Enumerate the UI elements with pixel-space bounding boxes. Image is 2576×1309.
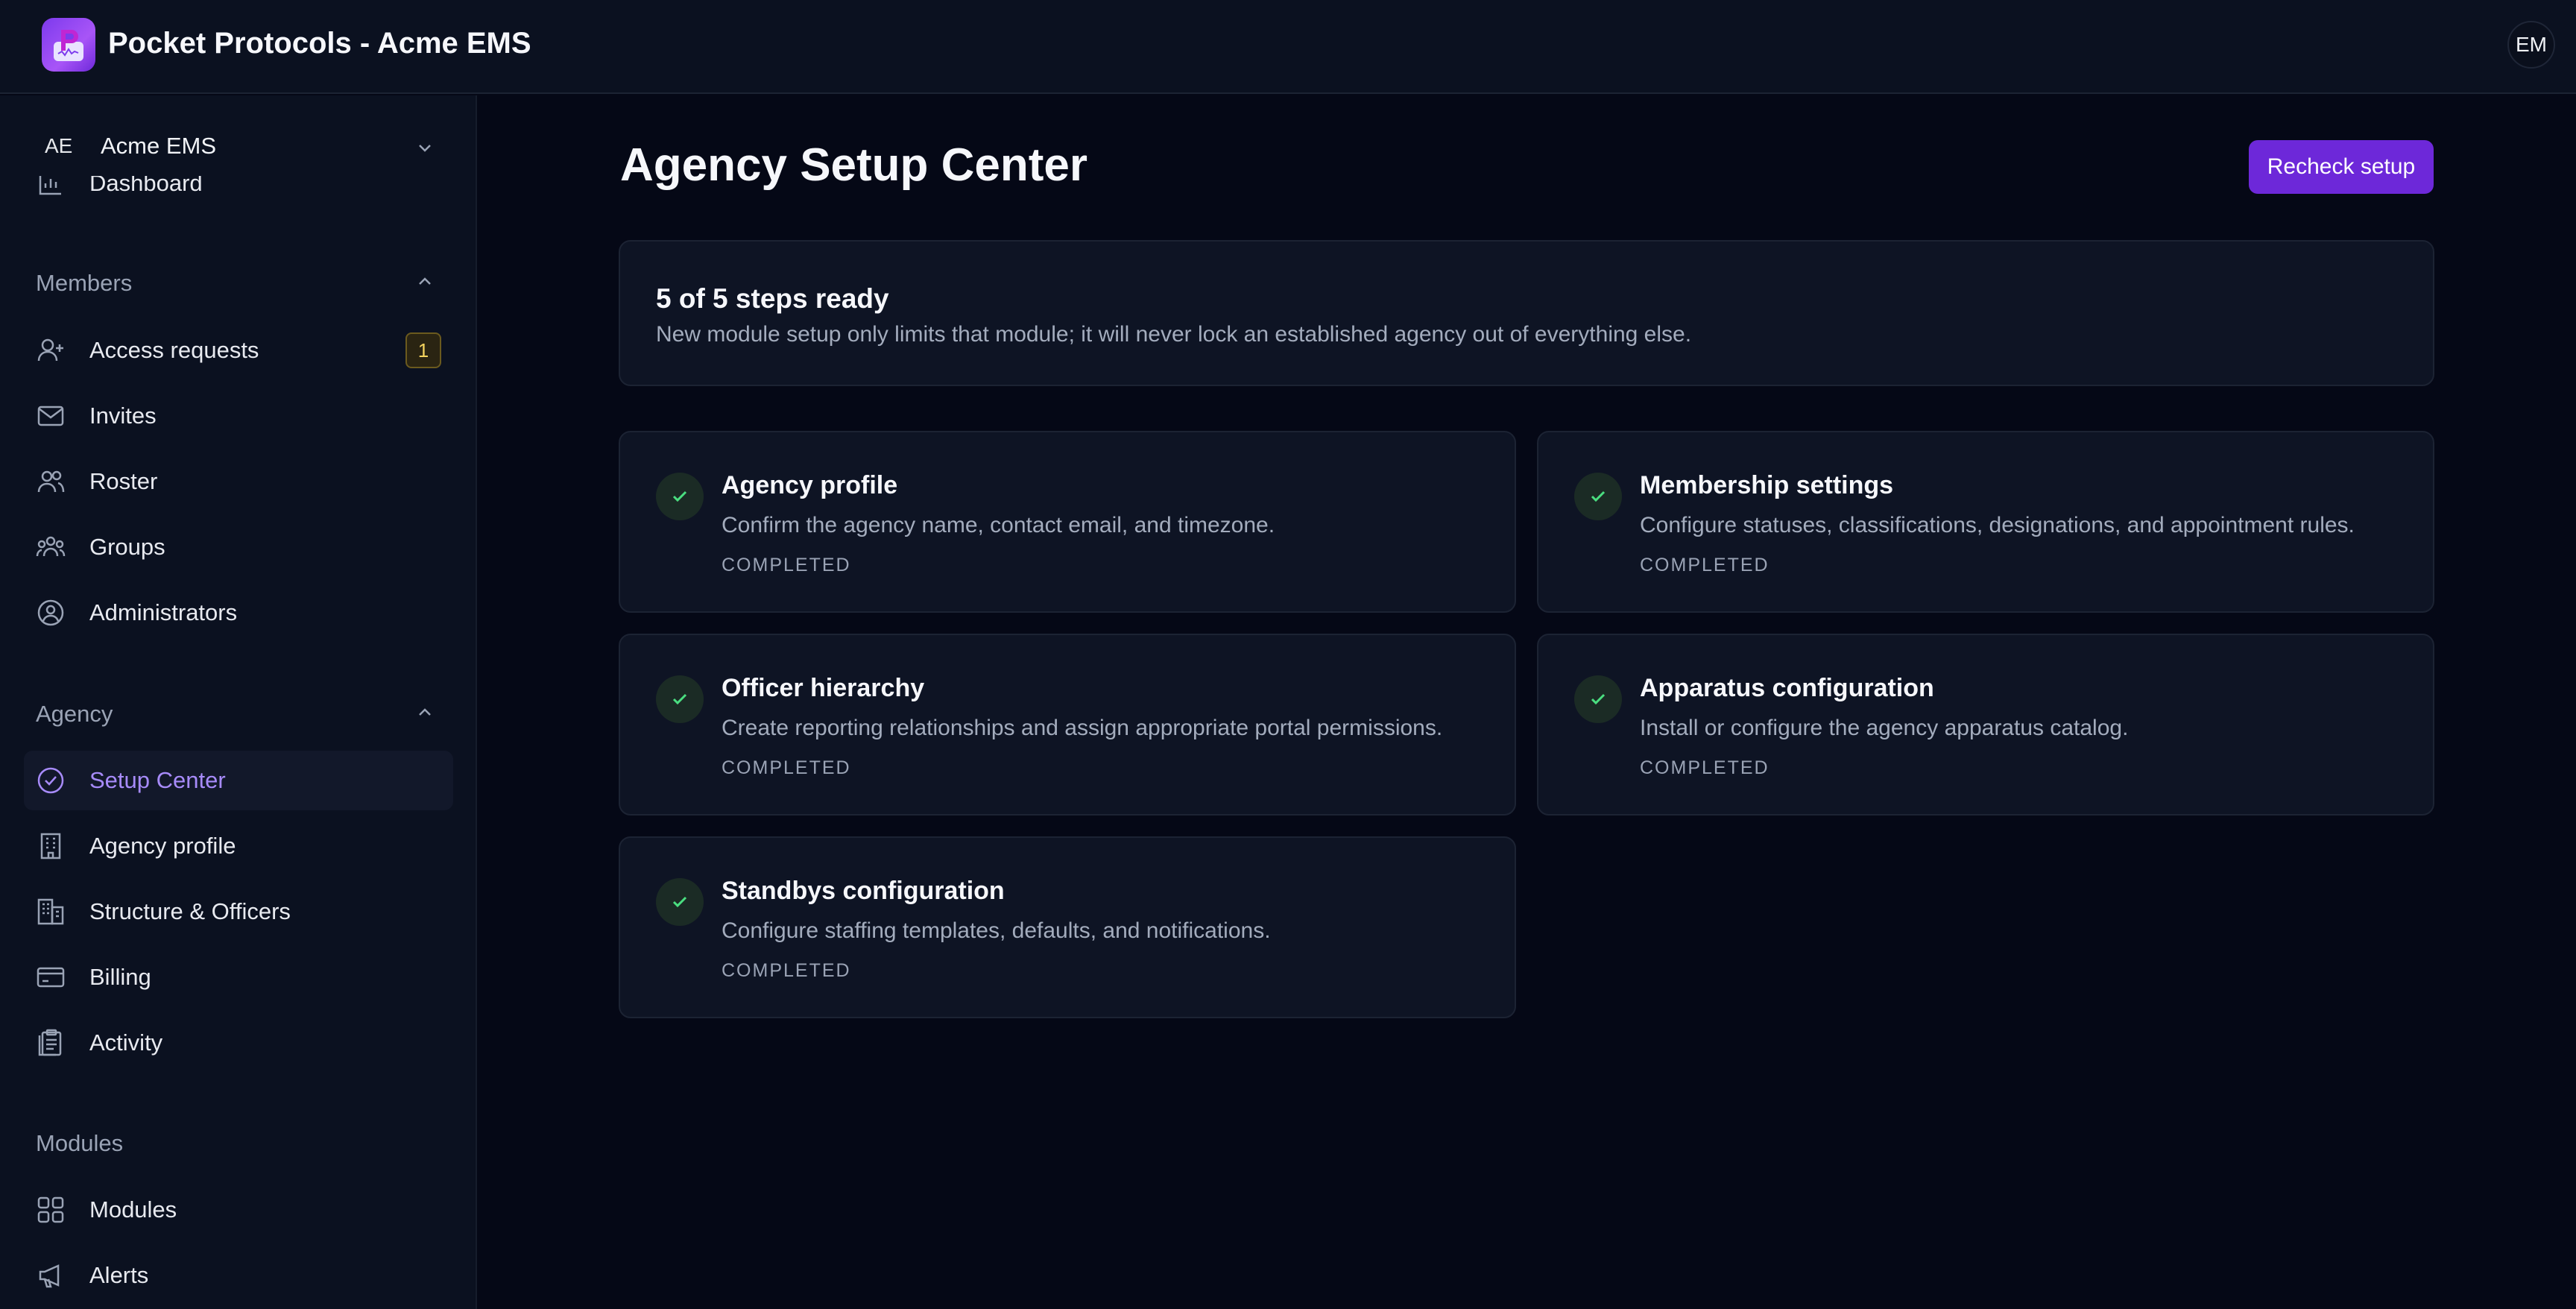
sidebar-item-access-requests[interactable]: Access requests 1: [24, 321, 453, 380]
step-title: Apparatus configuration: [1640, 674, 1934, 702]
summary-description: New module setup only limits that module…: [656, 322, 1692, 347]
sidebar-item-label: Structure & Officers: [89, 898, 291, 924]
clipboard-icon: [36, 1028, 66, 1058]
sidebar-item-label: Activity: [89, 1029, 163, 1056]
agency-initials: AE: [45, 134, 73, 157]
sidebar-item-invites[interactable]: Invites: [24, 386, 453, 446]
step-status: COMPLETED: [1640, 555, 1770, 575]
check-circle-icon: [36, 766, 66, 795]
chevron-up-icon[interactable]: [414, 702, 435, 723]
sidebar-item-label: Administrators: [89, 599, 238, 625]
summary-title: 5 of 5 steps ready: [656, 283, 889, 314]
step-status: COMPLETED: [722, 960, 851, 981]
check-icon: [656, 878, 704, 926]
chevron-down-icon: [414, 137, 435, 158]
sidebar-item-agency-profile[interactable]: Agency profile: [24, 816, 453, 876]
step-status: COMPLETED: [1640, 757, 1770, 778]
agency-name: Acme EMS: [101, 133, 217, 159]
page-title: Agency Setup Center: [620, 139, 1088, 191]
sidebar-item-alerts[interactable]: Alerts: [24, 1246, 453, 1305]
sidebar-item-label: Invites: [89, 403, 157, 429]
sidebar-item-label: Roster: [89, 468, 158, 494]
check-icon: [656, 473, 704, 520]
check-icon: [1574, 675, 1622, 723]
step-card-officer-hierarchy[interactable]: Officer hierarchy Create reporting relat…: [619, 634, 1516, 816]
check-icon: [656, 675, 704, 723]
check-icon: [1574, 473, 1622, 520]
step-description: Create reporting relationships and assig…: [722, 716, 1443, 740]
chevron-up-icon[interactable]: [414, 271, 435, 292]
step-description: Configure staffing templates, defaults, …: [722, 918, 1271, 943]
section-title-modules: Modules: [36, 1130, 124, 1156]
sidebar-item-administrators[interactable]: Administrators: [24, 583, 453, 643]
sidebar-item-label: Access requests: [89, 337, 259, 363]
step-description: Confirm the agency name, contact email, …: [722, 513, 1275, 537]
buildings-icon: [36, 897, 66, 927]
sidebar-item-label: Billing: [89, 964, 151, 990]
sidebar-item-setup-center[interactable]: Setup Center: [24, 751, 453, 810]
megaphone-icon: [36, 1261, 66, 1290]
sidebar-item-label: Agency profile: [89, 833, 236, 859]
step-card-standbys-configuration[interactable]: Standbys configuration Configure staffin…: [619, 836, 1516, 1018]
step-description: Install or configure the agency apparatu…: [1640, 716, 2129, 740]
sidebar-item-groups[interactable]: Groups: [24, 517, 453, 577]
step-title: Membership settings: [1640, 471, 1894, 499]
sidebar-item-modules[interactable]: Modules: [24, 1180, 453, 1240]
step-status: COMPLETED: [722, 757, 851, 778]
step-card-agency-profile[interactable]: Agency profile Confirm the agency name, …: [619, 431, 1516, 613]
section-title-agency: Agency: [36, 701, 113, 727]
step-title: Standbys configuration: [722, 877, 1005, 905]
step-description: Configure statuses, classifications, des…: [1640, 513, 2355, 537]
mail-icon: [36, 401, 66, 431]
grid-icon: [36, 1195, 66, 1225]
sidebar-item-label: Alerts: [89, 1262, 149, 1288]
app-title: Pocket Protocols - Acme EMS: [108, 27, 531, 60]
section-title-members: Members: [36, 270, 133, 296]
step-title: Agency profile: [722, 471, 898, 499]
users-icon: [36, 467, 66, 496]
sidebar: Dashboard AE Acme EMS Members Access req…: [0, 95, 477, 1309]
user-avatar[interactable]: EM: [2507, 21, 2555, 69]
step-card-apparatus-configuration[interactable]: Apparatus configuration Install or confi…: [1537, 634, 2434, 816]
step-status: COMPLETED: [722, 555, 851, 575]
recheck-setup-button[interactable]: Recheck setup: [2249, 140, 2434, 194]
notification-badge: 1: [405, 332, 441, 368]
building-icon: [36, 831, 66, 861]
app-logo-icon[interactable]: [42, 18, 95, 72]
sidebar-item-activity[interactable]: Activity: [24, 1013, 453, 1073]
group-icon: [36, 532, 66, 562]
sidebar-item-label: Setup Center: [89, 767, 226, 793]
sidebar-item-billing[interactable]: Billing: [24, 947, 453, 1007]
sidebar-item-label: Modules: [89, 1196, 177, 1223]
sidebar-item-roster[interactable]: Roster: [24, 452, 453, 511]
agency-switcher[interactable]: AE Acme EMS: [0, 116, 476, 176]
sidebar-item-structure-officers[interactable]: Structure & Officers: [24, 882, 453, 941]
setup-summary-panel: 5 of 5 steps ready New module setup only…: [619, 240, 2434, 386]
sidebar-item-label: Groups: [89, 534, 165, 560]
user-plus-icon: [36, 335, 66, 365]
credit-card-icon: [36, 962, 66, 992]
top-bar: Pocket Protocols - Acme EMS EM: [0, 0, 2576, 94]
step-title: Officer hierarchy: [722, 674, 925, 702]
user-circle-icon: [36, 598, 66, 628]
step-card-membership-settings[interactable]: Membership settings Configure statuses, …: [1537, 431, 2434, 613]
